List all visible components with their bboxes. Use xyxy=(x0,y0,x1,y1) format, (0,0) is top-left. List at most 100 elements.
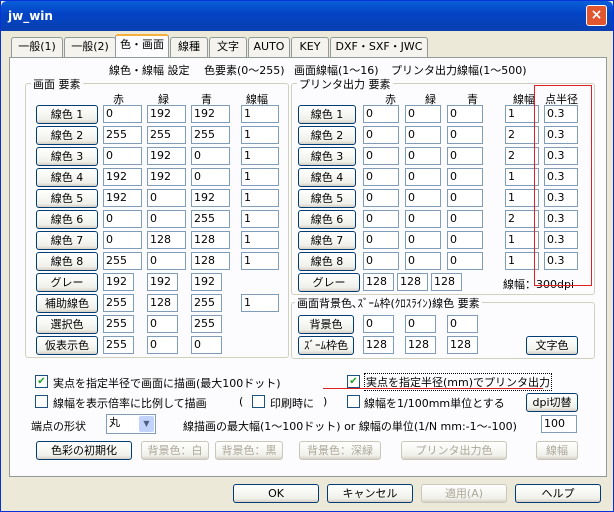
printer-g-input[interactable]: 0 xyxy=(405,105,441,123)
tab-general-1[interactable]: 一般(1) xyxy=(11,37,63,57)
select-color-button[interactable]: 選択色 xyxy=(36,315,98,334)
printer-r-input[interactable]: 0 xyxy=(363,168,399,186)
temp-r[interactable]: 255 xyxy=(103,336,134,354)
screen-r-input[interactable]: 255 xyxy=(103,252,142,270)
screen-g-input[interactable]: 255 xyxy=(147,126,186,144)
printer-color-button[interactable]: プリンタ出力色 xyxy=(401,441,507,460)
screen-r-input[interactable]: 255 xyxy=(103,126,142,144)
printer-g-input[interactable]: 0 xyxy=(405,210,441,228)
screen-b-input[interactable]: 128 xyxy=(191,231,230,249)
max-width-input[interactable]: 100 xyxy=(541,415,577,433)
zoom-color-button[interactable]: ｽﾞｰﾑ枠色 xyxy=(298,336,354,355)
chevron-down-icon[interactable]: ▼ xyxy=(139,416,154,432)
tab-line-type[interactable]: 線種 xyxy=(170,37,208,57)
screen-g-input[interactable]: 192 xyxy=(147,168,186,186)
screen-w-input[interactable]: 1 xyxy=(241,168,279,186)
screen-gray-b[interactable]: 192 xyxy=(191,273,222,291)
screen-r-input[interactable]: 0 xyxy=(103,231,142,249)
tab-general-2[interactable]: 一般(2) xyxy=(64,37,116,57)
screen-b-input[interactable]: 255 xyxy=(191,210,230,228)
sel-b[interactable]: 255 xyxy=(191,315,222,333)
screen-line-color-button[interactable]: 線色 3 xyxy=(36,147,98,166)
printer-g-input[interactable]: 0 xyxy=(405,252,441,270)
printer-g-input[interactable]: 0 xyxy=(405,147,441,165)
screen-w-input[interactable]: 1 xyxy=(241,210,279,228)
screen-w-input[interactable]: 1 xyxy=(241,189,279,207)
aux-r[interactable]: 255 xyxy=(103,294,134,312)
bg-g[interactable]: 0 xyxy=(405,315,436,333)
tab-dxf[interactable]: DXF・SXF・JWC xyxy=(330,37,428,57)
printer-g-input[interactable]: 0 xyxy=(405,168,441,186)
printer-line-color-button[interactable]: 線色 7 xyxy=(298,231,356,250)
zoom-r[interactable]: 128 xyxy=(363,336,394,354)
line-width-button[interactable]: 線幅 xyxy=(536,441,578,460)
printer-gray-r[interactable]: 128 xyxy=(363,273,394,291)
printer-line-color-button[interactable]: 線色 1 xyxy=(298,105,356,124)
screen-g-input[interactable]: 128 xyxy=(147,231,186,249)
dpi-toggle-button[interactable]: dpi切替 xyxy=(526,393,578,412)
printer-gray-button[interactable]: グレー xyxy=(298,273,360,292)
cancel-button[interactable]: キャンセル xyxy=(327,484,413,503)
screen-line-color-button[interactable]: 線色 8 xyxy=(36,252,98,271)
printer-gray-g[interactable]: 128 xyxy=(397,273,428,291)
screen-w-input[interactable]: 1 xyxy=(241,252,279,270)
zoom-g[interactable]: 128 xyxy=(405,336,436,354)
temp-b[interactable]: 0 xyxy=(191,336,222,354)
sel-g[interactable]: 0 xyxy=(147,315,178,333)
tab-text[interactable]: 文字 xyxy=(209,37,247,57)
ok-button[interactable]: OK xyxy=(233,484,319,503)
printer-b-input[interactable]: 0 xyxy=(447,168,483,186)
screen-r-input[interactable]: 0 xyxy=(103,147,142,165)
printer-b-input[interactable]: 0 xyxy=(447,126,483,144)
screen-r-input[interactable]: 0 xyxy=(103,210,142,228)
printer-r-input[interactable]: 0 xyxy=(363,147,399,165)
printer-b-input[interactable]: 0 xyxy=(447,252,483,270)
printer-r-input[interactable]: 0 xyxy=(363,252,399,270)
draw-point-checkbox[interactable]: ✔ xyxy=(35,375,48,388)
aux-w[interactable]: 1 xyxy=(241,294,279,312)
screen-g-input[interactable]: 0 xyxy=(147,210,186,228)
printer-line-color-button[interactable]: 線色 4 xyxy=(298,168,356,187)
printer-b-input[interactable]: 0 xyxy=(447,231,483,249)
printer-r-input[interactable]: 0 xyxy=(363,231,399,249)
bg-white-button[interactable]: 背景色：白 xyxy=(141,441,209,460)
printer-b-input[interactable]: 0 xyxy=(447,210,483,228)
screen-b-input[interactable]: 0 xyxy=(191,147,230,165)
printer-r-input[interactable]: 0 xyxy=(363,189,399,207)
screen-b-input[interactable]: 0 xyxy=(191,168,230,186)
temp-g[interactable]: 0 xyxy=(147,336,178,354)
screen-line-color-button[interactable]: 線色 1 xyxy=(36,105,98,124)
unit-checkbox[interactable] xyxy=(347,395,360,408)
screen-b-input[interactable]: 255 xyxy=(191,126,230,144)
sel-r[interactable]: 255 xyxy=(103,315,134,333)
printer-gray-b[interactable]: 128 xyxy=(431,273,462,291)
color-init-button[interactable]: 色彩の初期化 xyxy=(36,441,132,460)
screen-b-input[interactable]: 192 xyxy=(191,189,230,207)
printer-b-input[interactable]: 0 xyxy=(447,105,483,123)
close-icon[interactable]: × xyxy=(586,5,607,26)
bg-r[interactable]: 0 xyxy=(363,315,394,333)
scale-line-checkbox[interactable] xyxy=(35,395,48,408)
tab-color-screen[interactable]: 色・画面 xyxy=(115,34,169,58)
printer-r-input[interactable]: 0 xyxy=(363,105,399,123)
screen-b-input[interactable]: 192 xyxy=(191,105,230,123)
screen-g-input[interactable]: 192 xyxy=(147,147,186,165)
temp-color-button[interactable]: 仮表示色 xyxy=(36,336,98,355)
screen-line-color-button[interactable]: 線色 2 xyxy=(36,126,98,145)
printer-b-input[interactable]: 0 xyxy=(447,189,483,207)
screen-gray-g[interactable]: 192 xyxy=(147,273,178,291)
tab-auto[interactable]: AUTO xyxy=(248,37,290,57)
printer-line-color-button[interactable]: 線色 5 xyxy=(298,189,356,208)
screen-w-input[interactable]: 1 xyxy=(241,126,279,144)
aux-b[interactable]: 255 xyxy=(191,294,222,312)
printer-b-input[interactable]: 0 xyxy=(447,147,483,165)
apply-button[interactable]: 適用(A) xyxy=(421,484,507,503)
screen-w-input[interactable]: 1 xyxy=(241,231,279,249)
screen-r-input[interactable]: 192 xyxy=(103,168,142,186)
printer-g-input[interactable]: 0 xyxy=(405,189,441,207)
aux-color-button[interactable]: 補助線色 xyxy=(36,294,98,313)
print-time-checkbox[interactable] xyxy=(252,395,265,408)
screen-r-input[interactable]: 192 xyxy=(103,189,142,207)
bg-color-button[interactable]: 背景色 xyxy=(298,315,354,334)
screen-w-input[interactable]: 1 xyxy=(241,105,279,123)
